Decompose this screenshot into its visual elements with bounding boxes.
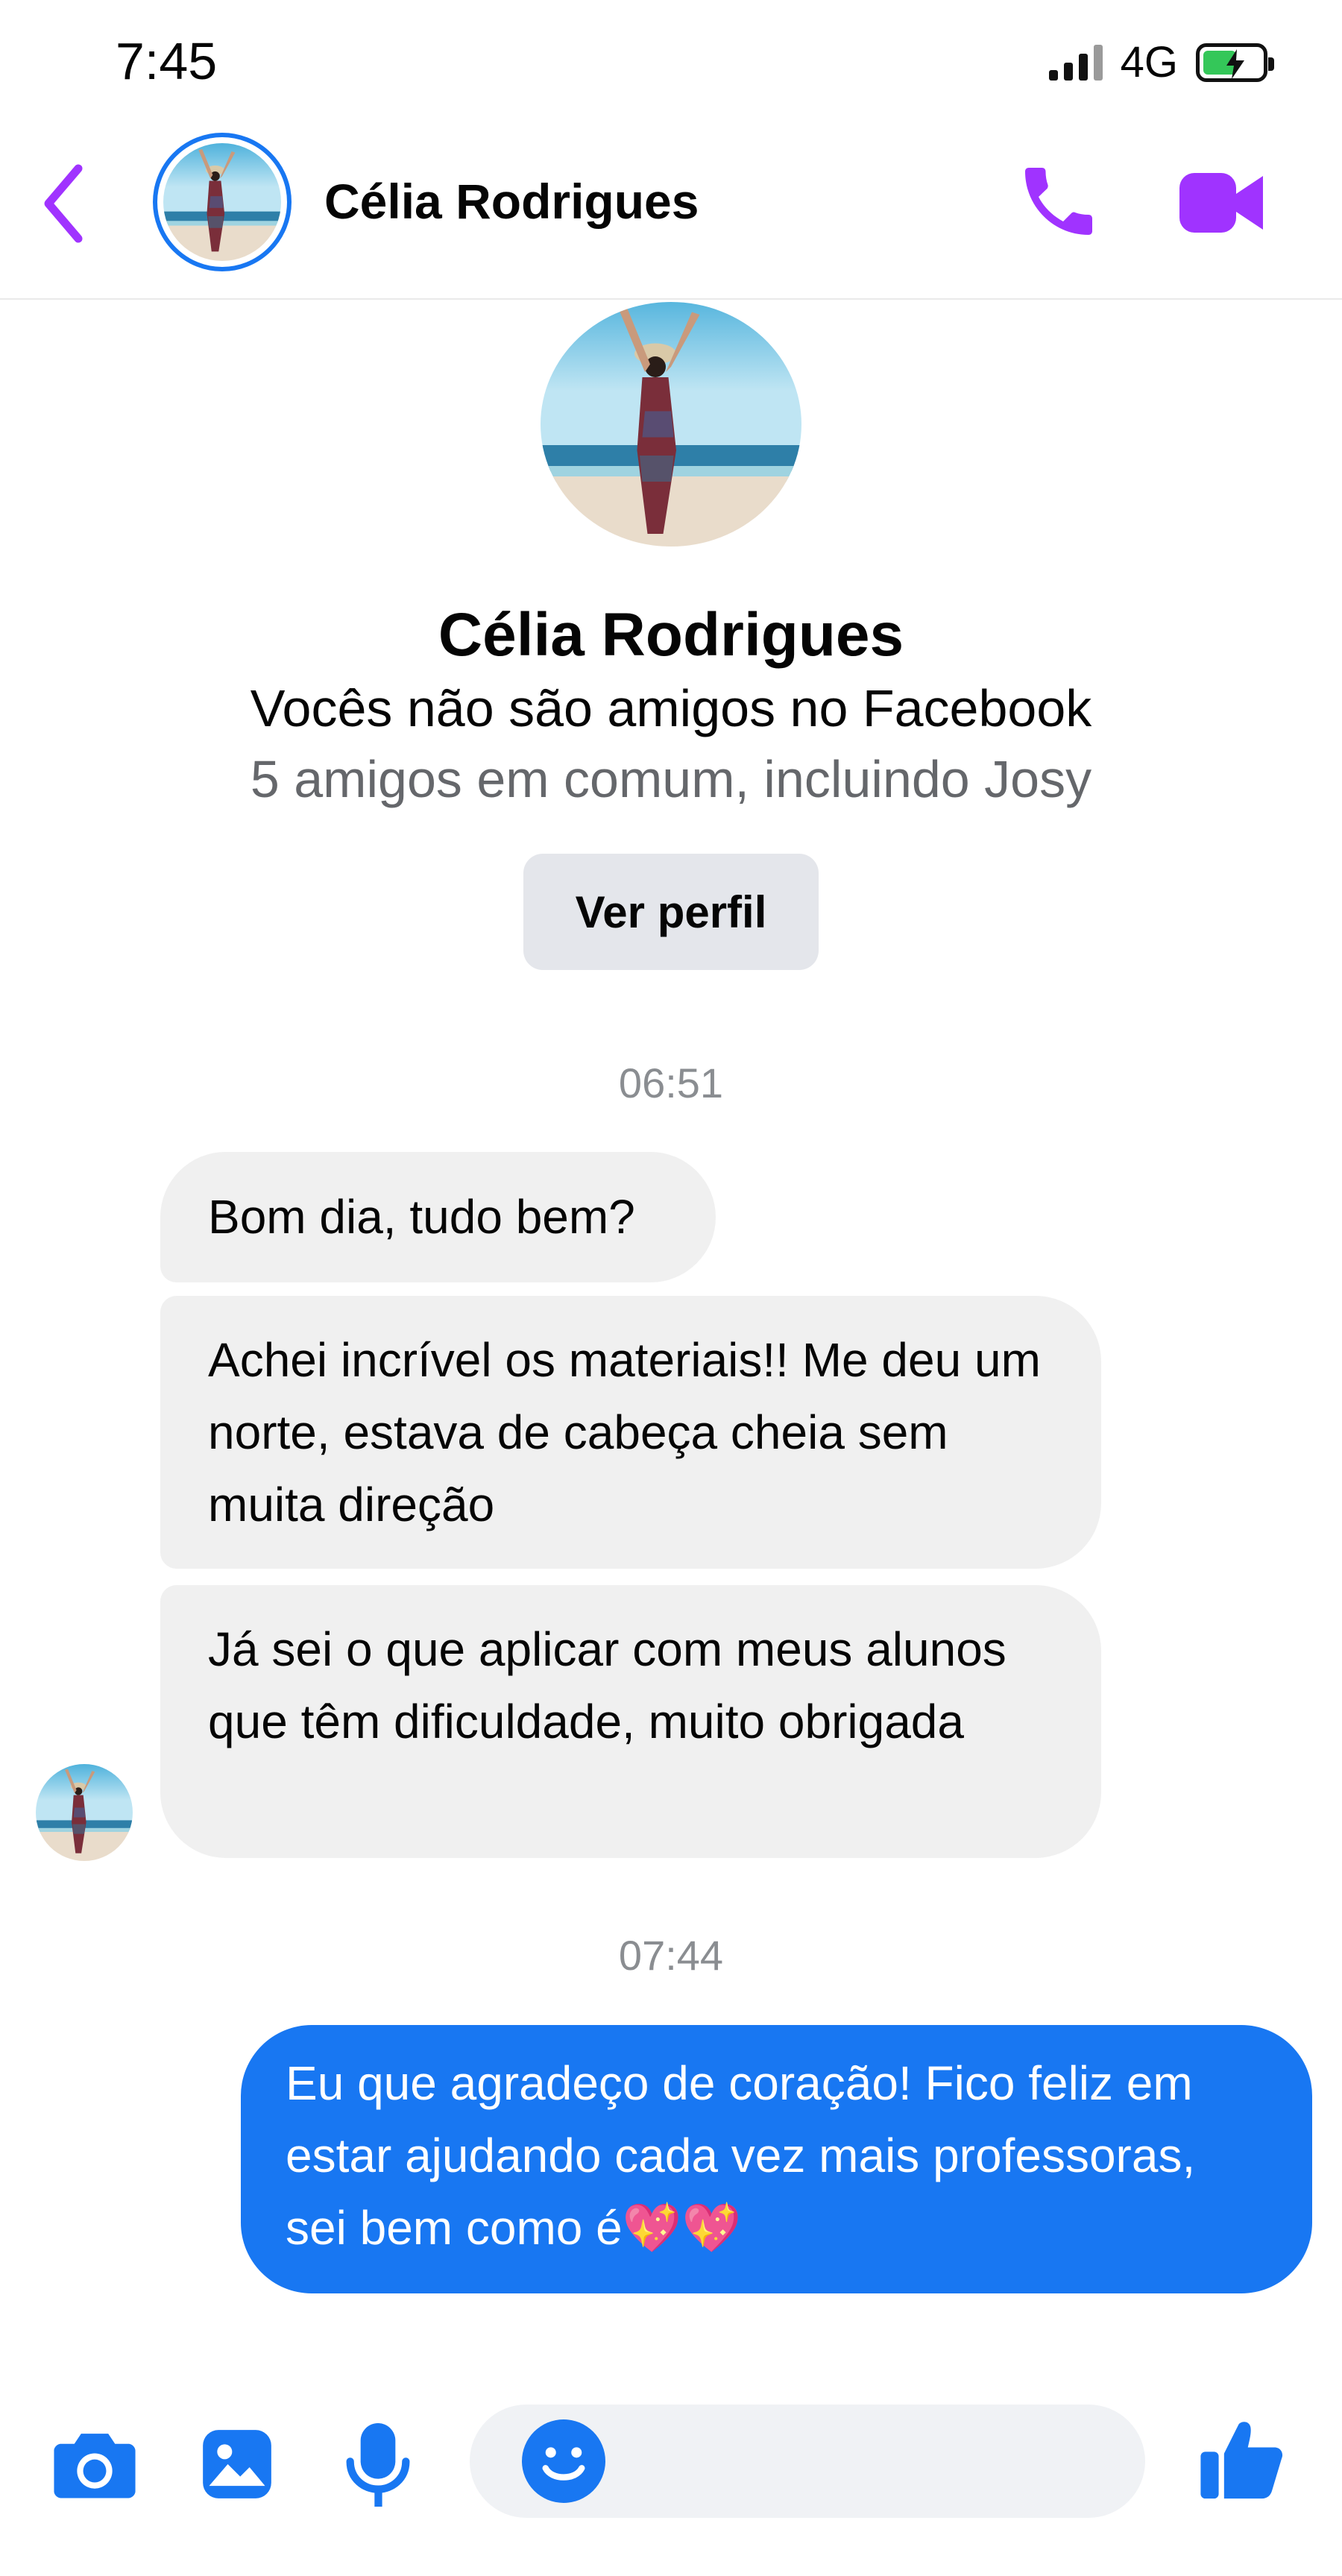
incoming-message[interactable]: Achei incrível os materiais!! Me deu um … (160, 1296, 1101, 1569)
mutual-friends: 5 amigos em comum, incluindo Josy (250, 750, 1092, 808)
view-profile-button[interactable]: Ver perfil (523, 854, 819, 970)
message-timestamp: 07:44 (618, 1932, 724, 1979)
friendship-status: Vocês não são amigos no Facebook (250, 679, 1092, 737)
sender-avatar[interactable] (36, 1764, 133, 1861)
profile-name: Célia Rodrigues (438, 601, 904, 669)
contact-avatar[interactable] (153, 133, 292, 271)
back-chevron-icon[interactable] (41, 163, 86, 248)
status-time: 7:45 (116, 32, 218, 90)
microphone-icon[interactable] (344, 2423, 412, 2510)
status-indicators: 4G (1048, 37, 1274, 87)
signal-strength-icon (1048, 44, 1103, 81)
incoming-message[interactable]: Já sei o que aplicar com meus alunos que… (160, 1585, 1101, 1858)
message-timestamp: 06:51 (618, 1059, 724, 1106)
battery-icon (1196, 42, 1274, 82)
emoji-icon[interactable] (522, 2419, 605, 2507)
contact-name[interactable]: Célia Rodrigues (324, 173, 699, 230)
incoming-message[interactable]: Bom dia, tudo bem? (160, 1152, 716, 1282)
gallery-icon[interactable] (200, 2427, 274, 2505)
profile-photo[interactable] (541, 302, 801, 547)
video-camera-icon[interactable] (1176, 167, 1266, 242)
outgoing-message[interactable]: Eu que agradeço de coração! Fico feliz e… (241, 2025, 1312, 2293)
camera-icon[interactable] (54, 2427, 136, 2505)
network-type: 4G (1120, 38, 1178, 86)
thumbs-up-icon[interactable] (1199, 2416, 1285, 2506)
phone-icon[interactable] (1014, 157, 1103, 250)
